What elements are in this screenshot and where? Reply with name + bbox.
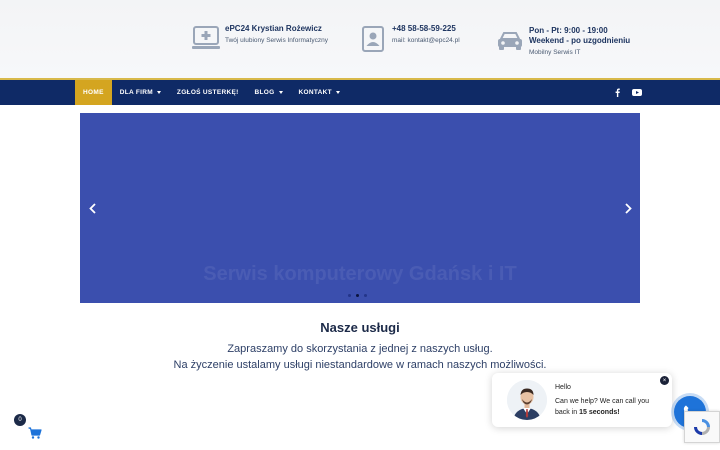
contact-phone[interactable]: +48 58-58-59-225 bbox=[392, 24, 460, 34]
caret-down-icon bbox=[335, 91, 340, 94]
nav-item-dla-firm[interactable]: DLA FIRM bbox=[112, 80, 169, 105]
slider-dot-2[interactable] bbox=[356, 294, 359, 297]
computer-icon bbox=[191, 24, 221, 54]
company-title: ePC24 Krystian Rożewicz bbox=[225, 24, 322, 33]
callback-message: Can we help? We can call you back in 15 … bbox=[555, 396, 663, 418]
page: ePC24 Krystian Rożewicz Twój ulubiony Se… bbox=[0, 0, 720, 450]
nav-item-kontakt[interactable]: KONTAKT bbox=[291, 80, 348, 105]
caret-down-icon bbox=[278, 91, 283, 94]
callback-message-highlight: 15 seconds! bbox=[579, 409, 620, 416]
agent-avatar bbox=[507, 380, 547, 420]
callback-popup: Hello Can we help? We can call you back … bbox=[492, 373, 672, 427]
chevron-left-icon bbox=[88, 202, 96, 214]
company-info: ePC24 Krystian Rożewicz Twój ulubiony Se… bbox=[191, 24, 328, 54]
nav-item-label: KONTAKT bbox=[298, 89, 332, 96]
contact-info: +48 58-58-59-225 mail: kontakt@epc24.pl bbox=[358, 24, 460, 54]
slider-dots bbox=[348, 294, 367, 297]
hours-info: Pon - Pt: 9:00 - 19:00 Weekend - po uzgo… bbox=[495, 26, 630, 58]
nav-item-label: DLA FIRM bbox=[119, 89, 153, 96]
callback-greeting: Hello bbox=[555, 384, 571, 391]
hero-slider: Serwis komputerowy Gdańsk i IT bbox=[80, 113, 640, 303]
recaptcha-icon bbox=[694, 419, 710, 435]
main-nav: HOME DLA FIRM ZGŁOŚ USTERKĘ! BLOG KONTAK… bbox=[0, 80, 720, 105]
contact-text: +48 58-58-59-225 mail: kontakt@epc24.pl bbox=[392, 24, 460, 46]
contact-card-icon bbox=[358, 24, 388, 54]
slider-dot-1[interactable] bbox=[348, 294, 351, 297]
nav-item-home[interactable]: HOME bbox=[75, 80, 112, 105]
services-text-1: Zapraszamy do skorzystania z jednej z na… bbox=[227, 343, 493, 355]
hours-subtitle: Mobilny Serwis IT bbox=[529, 49, 581, 56]
caret-down-icon bbox=[156, 91, 161, 94]
nav-item-label: ZGŁOŚ USTERKĘ! bbox=[176, 89, 239, 96]
slide-caption: Serwis komputerowy Gdańsk i IT bbox=[203, 263, 517, 285]
youtube-icon[interactable] bbox=[629, 80, 645, 105]
recaptcha-badge bbox=[684, 411, 720, 443]
services-text-2: Na życzenie ustalamy usługi niestandardo… bbox=[173, 359, 547, 371]
nav-item-label: HOME bbox=[83, 89, 104, 96]
company-text: ePC24 Krystian Rożewicz Twój ulubiony Se… bbox=[225, 24, 328, 46]
slider-dot-3[interactable] bbox=[364, 294, 367, 297]
close-icon[interactable]: × bbox=[660, 376, 669, 385]
company-subtitle: Twój ulubiony Serwis Informatyczny bbox=[225, 37, 328, 44]
contact-email[interactable]: mail: kontakt@epc24.pl bbox=[392, 36, 460, 46]
shopping-cart-icon[interactable] bbox=[28, 426, 42, 439]
hours-weekday: Pon - Pt: 9:00 - 19:00 bbox=[529, 26, 608, 35]
car-icon bbox=[495, 26, 525, 56]
hours-text: Pon - Pt: 9:00 - 19:00 Weekend - po uzgo… bbox=[529, 26, 630, 58]
chevron-right-icon bbox=[624, 202, 632, 214]
nav-item-zglos-usterke[interactable]: ZGŁOŚ USTERKĘ! bbox=[169, 80, 247, 105]
slider-next-button[interactable] bbox=[622, 201, 634, 215]
slider-prev-button[interactable] bbox=[86, 201, 98, 215]
nav-item-blog[interactable]: BLOG bbox=[247, 80, 291, 105]
top-header: ePC24 Krystian Rożewicz Twój ulubiony Se… bbox=[0, 0, 720, 80]
services-heading: Nasze usługi bbox=[320, 320, 400, 335]
cart-count-badge: 0 bbox=[14, 414, 26, 426]
facebook-icon[interactable] bbox=[609, 80, 625, 105]
nav-item-label: BLOG bbox=[254, 89, 275, 96]
hours-weekend: Weekend - po uzgodnieniu bbox=[529, 36, 631, 45]
